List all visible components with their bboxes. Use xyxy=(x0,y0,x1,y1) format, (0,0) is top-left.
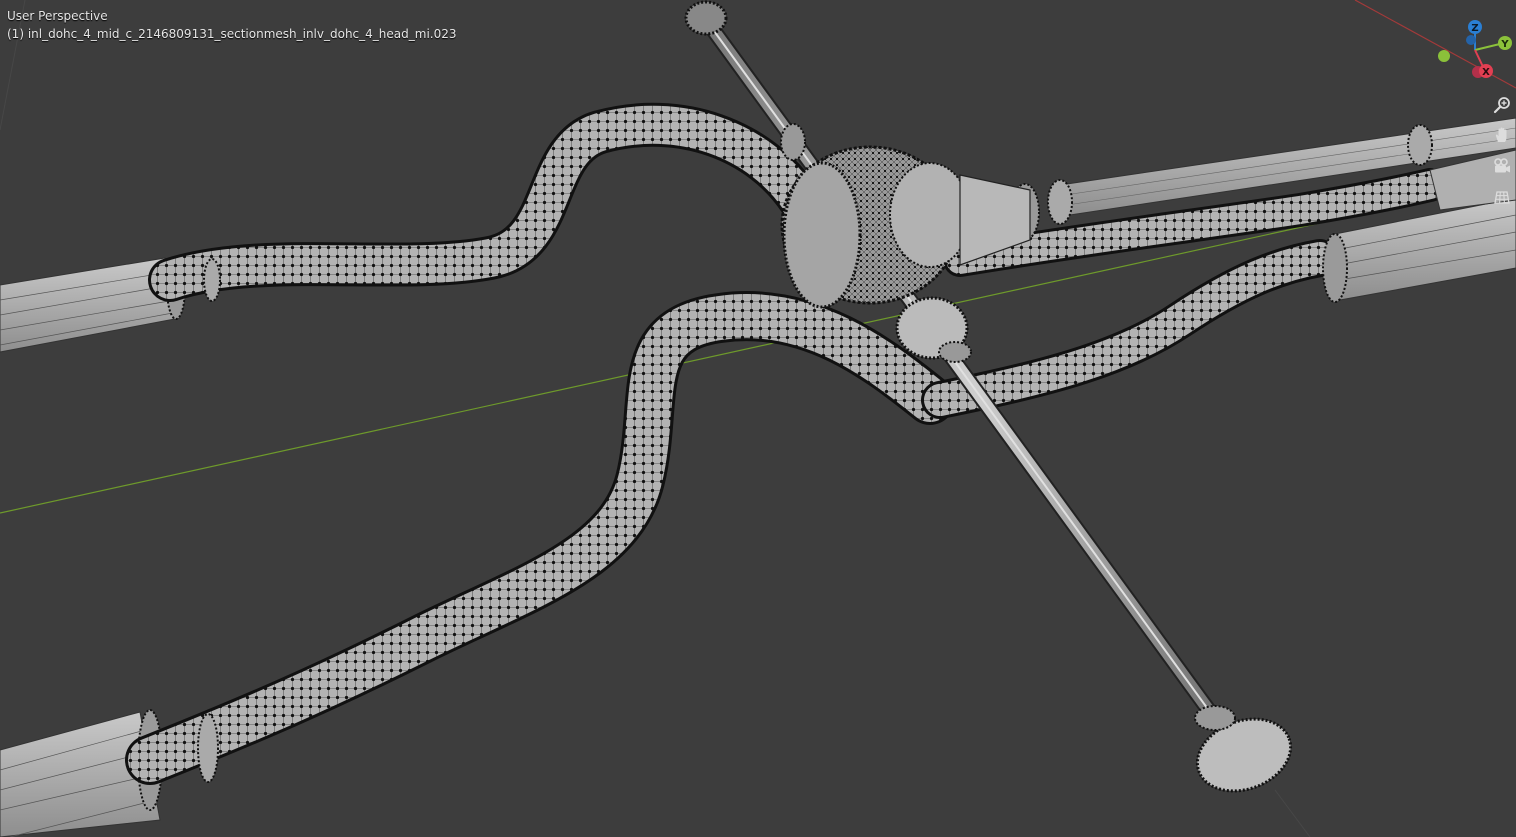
view-mode-label: User Perspective xyxy=(7,9,108,23)
gizmo-y-label: Y xyxy=(1500,39,1509,50)
gizmo-z-label: Z xyxy=(1471,23,1478,34)
gizmo-y-axis[interactable]: Y xyxy=(1498,36,1512,50)
y-axis-line xyxy=(0,179,1516,514)
scene-render[interactable] xyxy=(0,0,1516,837)
gizmo-z-axis[interactable]: Z xyxy=(1468,20,1482,34)
camera-view-button[interactable] xyxy=(1488,152,1516,180)
gizmo-neg-z-handle[interactable] xyxy=(1466,35,1476,45)
active-object-label: (1) inl_dohc_4_mid_c_2146809131_sectionm… xyxy=(7,27,457,41)
navigation-gizmo[interactable]: Z Y X xyxy=(1430,14,1516,90)
grid-icon xyxy=(1494,191,1510,204)
gizmo-x-axis[interactable]: X xyxy=(1479,64,1493,78)
gizmo-neg-y-handle[interactable] xyxy=(1438,50,1450,62)
ortho-toggle-button[interactable] xyxy=(1488,183,1516,211)
3d-viewport[interactable]: User Perspective (1) inl_dohc_4_mid_c_21… xyxy=(0,0,1516,837)
camera-icon xyxy=(1494,158,1510,173)
hand-icon xyxy=(1495,127,1507,142)
zoom-button[interactable] xyxy=(1488,91,1516,119)
drive-shaft xyxy=(684,0,1293,793)
pan-button[interactable] xyxy=(1488,121,1516,149)
magnifier-plus-icon xyxy=(1493,97,1510,114)
gizmo-x-label: X xyxy=(1482,67,1490,78)
